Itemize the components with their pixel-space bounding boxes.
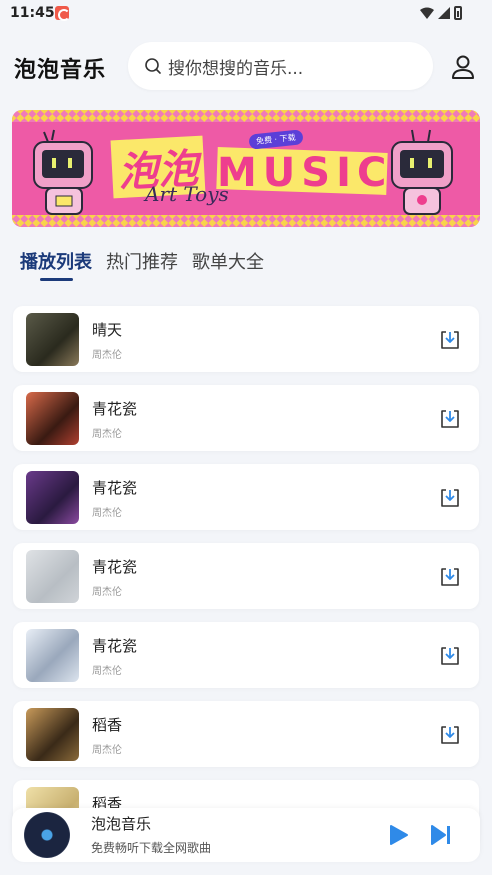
song-artist: 周杰伦 (92, 350, 122, 361)
song-row[interactable]: 青花瓷 周杰伦 (13, 622, 479, 688)
app-title: 泡泡音乐 (14, 58, 107, 83)
song-artist: 周杰伦 (92, 666, 122, 677)
status-icons (420, 6, 462, 20)
album-cover (26, 708, 79, 761)
album-cover (26, 313, 79, 366)
tab-playlist-collection[interactable]: 歌单大全 (192, 248, 264, 274)
song-row[interactable]: 晴天 周杰伦 (13, 306, 479, 372)
song-artist: 周杰伦 (92, 587, 122, 598)
active-tab-indicator (40, 278, 73, 281)
robot-mascot-right (391, 129, 453, 215)
album-cover (26, 392, 79, 445)
signal-icon (438, 7, 450, 19)
wifi-icon (420, 7, 434, 19)
promo-banner[interactable]: 泡泡 MUSIC Art Toys 免费 · 下载 (12, 110, 480, 227)
song-title: 青花瓷 (92, 479, 138, 497)
download-icon[interactable] (439, 487, 461, 509)
banner-free-download-badge: 免费 · 下载 (248, 129, 304, 150)
player-title: 泡泡音乐 (91, 815, 152, 833)
download-icon[interactable] (439, 566, 461, 588)
player-subtitle: 免费畅听下载全网歌曲 (91, 841, 212, 855)
banner-subtitle: Art Toys (145, 182, 229, 206)
download-icon[interactable] (439, 645, 461, 667)
song-artist: 周杰伦 (92, 429, 122, 440)
user-profile-icon[interactable] (450, 54, 476, 80)
download-icon[interactable] (439, 329, 461, 351)
download-icon[interactable] (439, 724, 461, 746)
song-artist: 周杰伦 (92, 745, 122, 756)
song-list: 晴天 周杰伦 青花瓷 周杰伦 青花瓷 周杰伦 青花瓷 周杰伦 青花瓷 周杰伦 稻… (13, 306, 479, 859)
song-row[interactable]: 青花瓷 周杰伦 (13, 543, 479, 609)
next-track-icon[interactable] (430, 824, 452, 846)
album-cover (26, 629, 79, 682)
song-row[interactable]: 青花瓷 周杰伦 (13, 385, 479, 451)
mini-player[interactable]: 泡泡音乐 免费畅听下载全网歌曲 (12, 808, 480, 862)
song-row[interactable]: 稻香 周杰伦 (13, 701, 479, 767)
vinyl-disc-icon (24, 812, 70, 858)
tab-playlist[interactable]: 播放列表 (20, 248, 92, 274)
music-app-notification-icon (55, 6, 70, 21)
song-title: 晴天 (92, 321, 123, 339)
tab-hot-recommend[interactable]: 热门推荐 (106, 248, 178, 274)
song-artist: 周杰伦 (92, 508, 122, 519)
song-row[interactable]: 青花瓷 周杰伦 (13, 464, 479, 530)
robot-mascot-left (33, 129, 93, 215)
tab-bar: 播放列表 热门推荐 歌单大全 (20, 248, 264, 274)
album-cover (26, 550, 79, 603)
song-title: 青花瓷 (92, 400, 138, 418)
search-icon (145, 58, 161, 74)
banner-title-en: MUSIC (217, 150, 393, 196)
battery-icon (454, 6, 462, 20)
search-input[interactable]: 搜你想搜的音乐... (128, 42, 433, 90)
banner-top-border (12, 110, 480, 122)
play-icon[interactable] (387, 824, 409, 846)
song-title: 青花瓷 (92, 558, 138, 576)
song-title: 青花瓷 (92, 637, 138, 655)
album-cover (26, 471, 79, 524)
status-bar: 11:45 (0, 0, 492, 28)
status-time: 11:45 (10, 5, 55, 21)
song-title: 稻香 (92, 716, 123, 734)
search-placeholder: 搜你想搜的音乐... (168, 58, 304, 79)
download-icon[interactable] (439, 408, 461, 430)
